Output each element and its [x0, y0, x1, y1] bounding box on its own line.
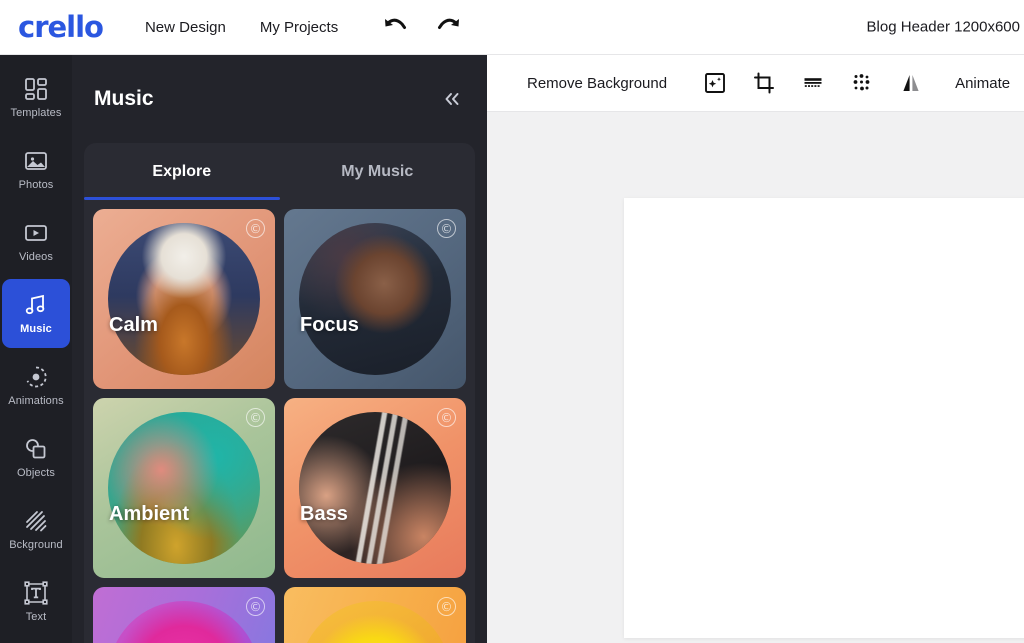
tab-my-music[interactable]: My Music [280, 143, 476, 200]
copyright-icon: © [246, 597, 265, 616]
sidebar-item-templates[interactable]: Templates [2, 63, 70, 132]
work-area: Remove Background Animate [487, 55, 1024, 643]
sidebar-item-objects[interactable]: Objects [2, 423, 70, 492]
sidebar-item-animations[interactable]: Animations [2, 351, 70, 420]
music-panel: Music Explore My Music © Calm © Focus © … [72, 55, 487, 643]
effects-icon[interactable] [703, 71, 727, 95]
crop-icon[interactable] [752, 71, 776, 95]
music-category-card[interactable]: © Calm [93, 209, 275, 389]
document-title[interactable]: Blog Header 1200x600 [867, 19, 1020, 36]
sidebar-item-photos[interactable]: Photos [2, 135, 70, 204]
undo-icon[interactable] [382, 14, 408, 40]
sidebar-item-videos[interactable]: Videos [2, 207, 70, 276]
text-icon [23, 580, 49, 606]
objects-icon [23, 436, 49, 462]
card-label: Ambient [109, 503, 189, 525]
image-toolbar: Remove Background Animate [487, 55, 1024, 112]
card-label: Bass [300, 503, 348, 525]
sidebar-item-text[interactable]: Text [2, 567, 70, 636]
card-thumbnail [299, 601, 451, 643]
animations-icon [23, 364, 49, 390]
music-tabs: Explore My Music [84, 143, 475, 200]
flip-icon[interactable] [899, 71, 923, 95]
nav-my-projects[interactable]: My Projects [260, 19, 338, 36]
card-thumbnail [299, 223, 451, 375]
sidebar-label-background: Bckground [9, 539, 63, 551]
blur-icon[interactable] [850, 71, 874, 95]
remove-background-button[interactable]: Remove Background [527, 75, 667, 92]
music-panel-body: Explore My Music © Calm © Focus © Ambien… [84, 143, 475, 643]
card-thumbnail [108, 223, 260, 375]
music-icon [23, 292, 49, 318]
templates-icon [23, 76, 49, 102]
undo-redo-group [382, 14, 462, 40]
top-bar: crello New Design My Projects Blog Heade… [0, 0, 1024, 55]
sidebar-label-text: Text [25, 611, 47, 623]
music-category-card[interactable]: © Ambient [93, 398, 275, 578]
card-thumbnail [108, 412, 260, 564]
card-thumbnail [299, 412, 451, 564]
music-category-card[interactable]: © Bass [284, 398, 466, 578]
copyright-icon: © [437, 219, 456, 238]
adjust-icon[interactable] [801, 71, 825, 95]
crello-editor: crello New Design My Projects Blog Heade… [0, 0, 1024, 643]
copyright-icon: © [437, 597, 456, 616]
toolbar-icon-group [703, 71, 923, 95]
photos-icon [23, 148, 49, 174]
tab-explore[interactable]: Explore [84, 143, 280, 200]
sidebar-item-music[interactable]: Music [2, 279, 70, 348]
sidebar-item-background[interactable]: Bckground [2, 495, 70, 564]
card-thumbnail [108, 601, 260, 643]
panel-title: Music [94, 87, 154, 110]
sidebar-label-animations: Animations [8, 395, 64, 407]
copyright-icon: © [246, 408, 265, 427]
copyright-icon: © [246, 219, 265, 238]
top-nav: New Design My Projects [145, 19, 338, 36]
copyright-icon: © [437, 408, 456, 427]
sidebar-label-photos: Photos [18, 179, 54, 191]
sidebar-label-templates: Templates [10, 107, 62, 119]
sidebar-label-objects: Objects [17, 467, 55, 479]
sidebar-label-music: Music [20, 323, 52, 335]
videos-icon [23, 220, 49, 246]
music-category-card[interactable]: © [284, 587, 466, 643]
sidebar-label-videos: Videos [18, 251, 54, 263]
music-category-card[interactable]: © Focus [284, 209, 466, 389]
nav-new-design[interactable]: New Design [145, 19, 226, 36]
animate-button[interactable]: Animate [955, 75, 1010, 92]
card-label: Calm [109, 314, 158, 336]
card-label: Focus [300, 314, 359, 336]
music-category-grid: © Calm © Focus © Ambient © Bass © © [84, 200, 475, 643]
canvas-viewport[interactable] [487, 112, 1024, 643]
crello-logo[interactable]: crello [18, 10, 104, 44]
chevron-double-left-icon[interactable] [437, 84, 467, 114]
design-canvas-page[interactable] [624, 198, 1024, 638]
music-panel-header: Music [72, 55, 487, 143]
music-category-card[interactable]: © [93, 587, 275, 643]
left-sidebar-rail: Templates Photos Videos Music Animations… [0, 55, 72, 643]
redo-icon[interactable] [436, 14, 462, 40]
background-icon [23, 508, 49, 534]
